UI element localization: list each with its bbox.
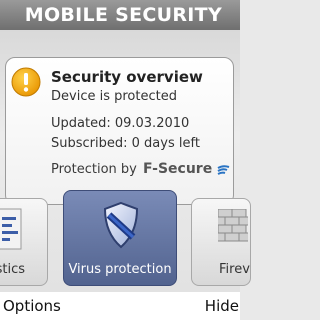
brand-line: Protection by F-Secure (51, 161, 230, 177)
protection-status: Device is protected (51, 89, 177, 104)
subscription-status: Subscribed: 0 days left (51, 136, 200, 151)
f-secure-logo-icon (217, 164, 230, 175)
app-title: MOBILE SECURITY (24, 4, 222, 26)
tile-label-statistics: istics (0, 262, 25, 277)
updated-date: Updated: 09.03.2010 (51, 116, 190, 131)
main-area: Security overview Device is protected Up… (0, 30, 251, 292)
brand-name: F-Secure (143, 161, 213, 177)
tile-label-virus-protection: Virus protection (68, 262, 172, 277)
shield-icon (103, 201, 139, 249)
tile-statistics[interactable]: istics (0, 198, 48, 286)
hide-softkey[interactable]: Hide (205, 297, 239, 315)
card-title: Security overview (51, 68, 203, 86)
tile-label-firewall: Firev (219, 262, 250, 277)
statistics-icon (0, 208, 22, 250)
tile-firewall[interactable]: Firev (191, 198, 251, 286)
tile-virus-protection[interactable]: Virus protection (63, 190, 177, 286)
firewall-icon (218, 209, 248, 242)
app-header: MOBILE SECURITY (0, 0, 240, 30)
warning-icon (11, 67, 41, 97)
softkey-bar: Options Hide (0, 292, 240, 320)
options-softkey[interactable]: Options (3, 297, 61, 315)
protection-by-label: Protection by (51, 162, 137, 177)
security-overview-card[interactable]: Security overview Device is protected Up… (5, 57, 234, 205)
